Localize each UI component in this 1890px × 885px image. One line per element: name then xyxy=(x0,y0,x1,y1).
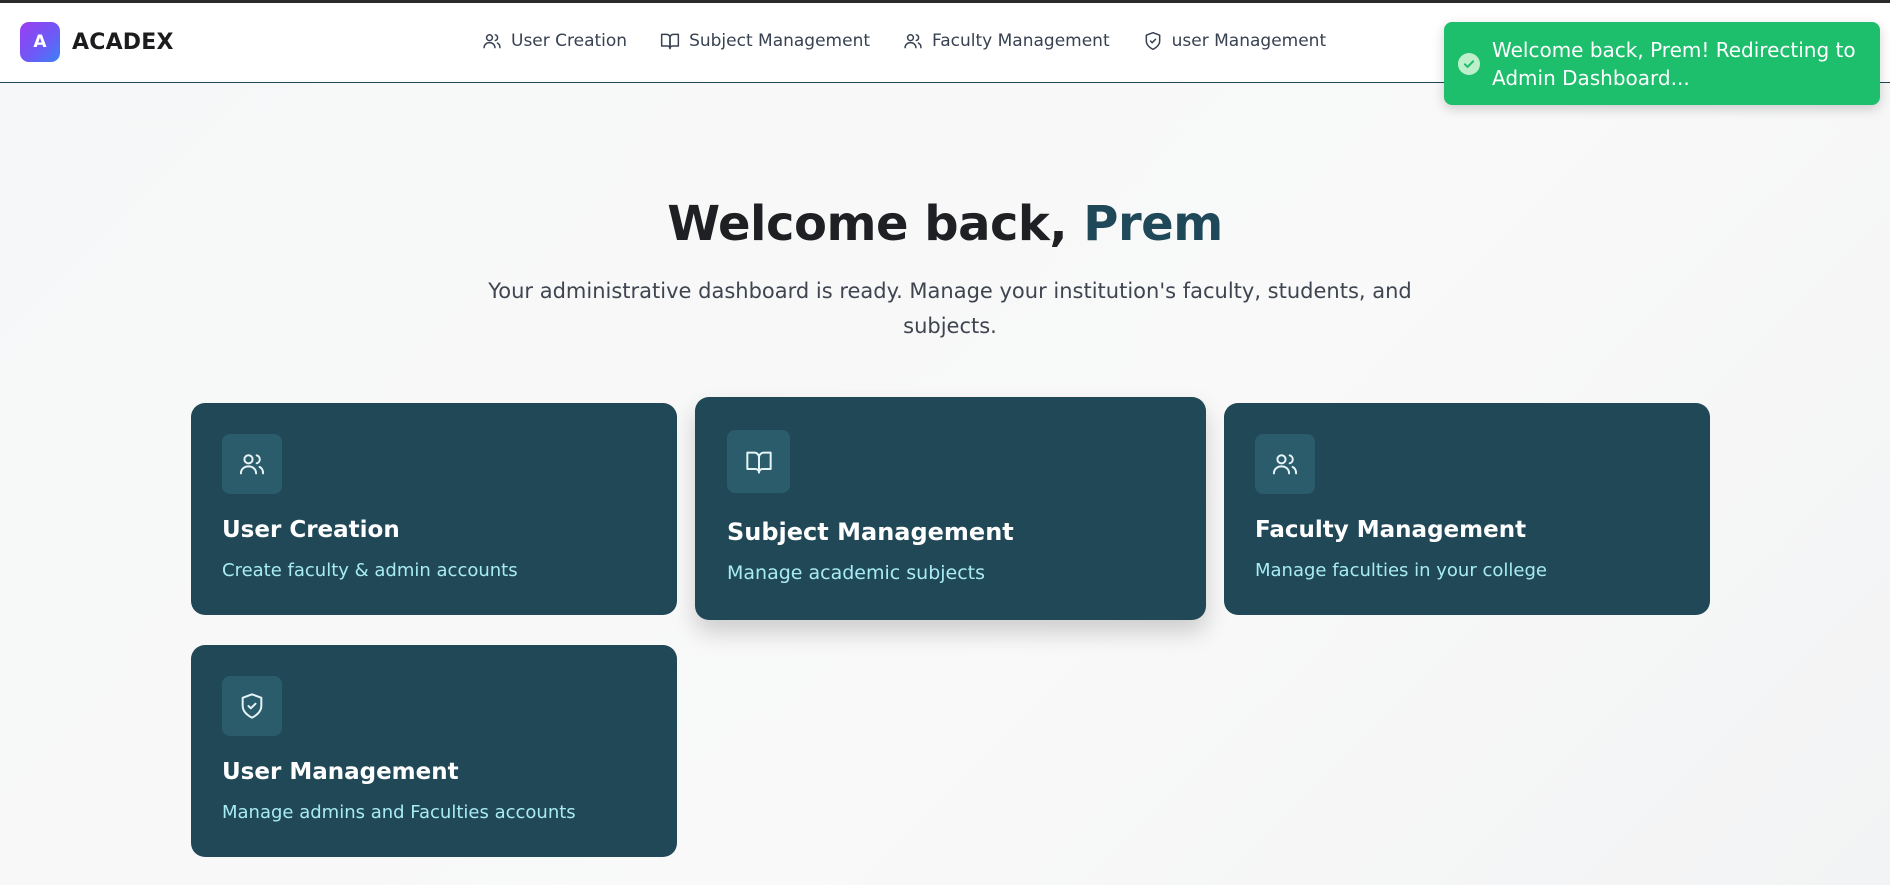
card-title: User Management xyxy=(222,759,459,785)
welcome-prefix: Welcome back, xyxy=(667,196,1084,252)
nav-links: User Creation Subject Management Faculty… xyxy=(482,31,1326,51)
success-toast[interactable]: Welcome back, Prem! Redirecting to Admin… xyxy=(1444,22,1880,105)
welcome-subtitle: Your administrative dashboard is ready. … xyxy=(488,279,1412,338)
nav-item-faculty-management[interactable]: Faculty Management xyxy=(903,31,1110,51)
card-icon-box xyxy=(222,434,282,494)
welcome-heading: Welcome back, Prem xyxy=(0,196,1890,252)
nav-item-label: Subject Management xyxy=(689,31,871,51)
card-title: User Creation xyxy=(222,517,400,543)
card-subject-management[interactable]: Subject Management Manage academic subje… xyxy=(695,397,1206,620)
brand-name: ACADEX xyxy=(72,29,174,55)
card-title: Faculty Management xyxy=(1255,517,1527,543)
shield-check-icon xyxy=(1145,31,1161,51)
user-name: Prem xyxy=(1083,196,1223,252)
card-description: Manage faculties in your college xyxy=(1255,560,1547,581)
card-description: Create faculty & admin accounts xyxy=(222,560,518,581)
brand-logo: A xyxy=(20,22,60,62)
card-faculty-management[interactable]: Faculty Management Manage faculties in y… xyxy=(1224,403,1710,615)
check-icon xyxy=(1458,52,1480,75)
users-icon xyxy=(1272,454,1298,475)
toast-message: Welcome back, Prem! Redirecting to Admin… xyxy=(1492,37,1856,90)
card-user-creation[interactable]: User Creation Create faculty & admin acc… xyxy=(191,403,677,615)
users-icon xyxy=(483,34,501,49)
shield-check-icon xyxy=(241,693,263,719)
nav-item-subject-management[interactable]: Subject Management xyxy=(660,31,870,51)
card-description: Manage admins and Faculties accounts xyxy=(222,802,576,823)
nav-item-label: user Management xyxy=(1171,31,1327,51)
nav-item-user-management[interactable]: user Management xyxy=(1143,31,1326,51)
card-icon-box xyxy=(222,676,282,736)
nav-item-label: User Creation xyxy=(511,31,628,51)
book-open-icon xyxy=(660,33,680,50)
card-description: Manage academic subjects xyxy=(727,562,986,584)
card-icon-box xyxy=(1255,434,1315,494)
card-title: Subject Management xyxy=(727,518,1014,546)
nav-item-user-creation[interactable]: User Creation xyxy=(482,31,627,51)
brand[interactable]: A ACADEX xyxy=(20,22,174,62)
nav-item-label: Faculty Management xyxy=(932,31,1110,51)
card-icon-box xyxy=(727,430,790,493)
card-user-management[interactable]: User Management Manage admins and Facult… xyxy=(191,645,677,857)
book-open-icon xyxy=(745,451,772,473)
users-icon xyxy=(239,454,265,475)
users-icon xyxy=(904,34,922,49)
